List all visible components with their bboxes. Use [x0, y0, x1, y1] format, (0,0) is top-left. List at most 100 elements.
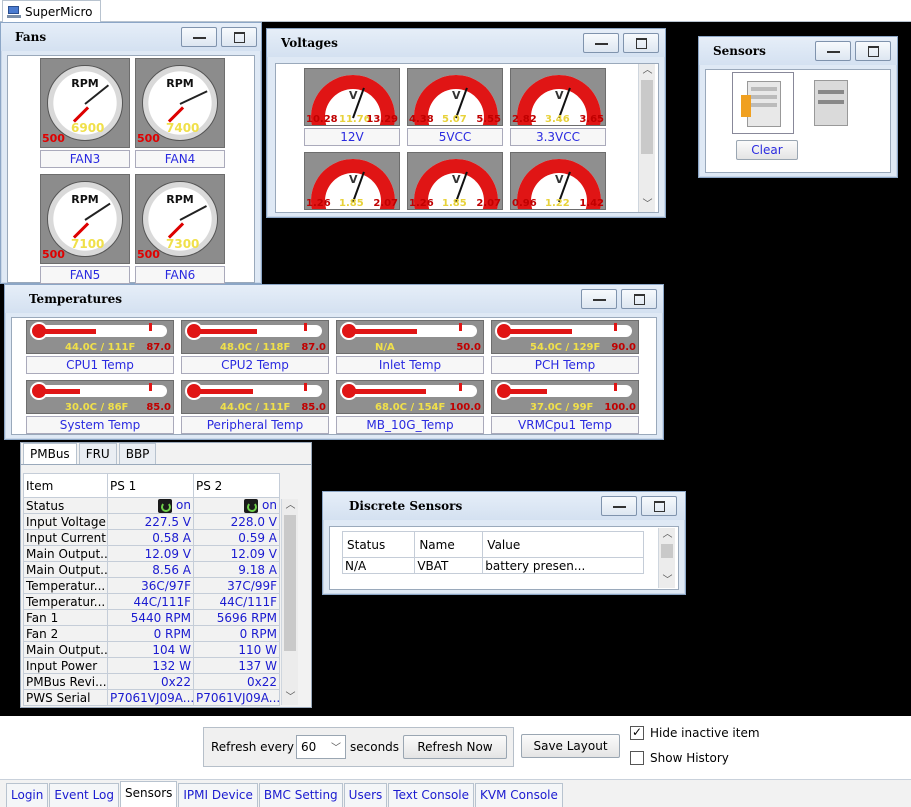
- scrollbar-thumb[interactable]: [284, 515, 296, 651]
- sensors-maximize-button[interactable]: [855, 41, 891, 61]
- scrollbar-thumb[interactable]: [641, 80, 653, 154]
- voltage-gauge-3[interactable]: V 1.26 1.85 2.07: [304, 152, 400, 210]
- temp-name-label[interactable]: CPU1 Temp: [26, 356, 174, 374]
- table-row[interactable]: Main Output... 12.09 V 12.09 V: [23, 545, 280, 562]
- temp-name-label[interactable]: PCH Temp: [491, 356, 639, 374]
- checkbox-checked-icon[interactable]: [630, 725, 644, 740]
- pmbus-scrollbar[interactable]: ︿ ﹀: [281, 499, 298, 705]
- voltage-gauge-4[interactable]: V 1.26 1.85 2.07: [407, 152, 503, 210]
- fan-gauge-fan6[interactable]: RPM 500 7300 FAN6: [135, 174, 225, 284]
- checkbox-unchecked-icon[interactable]: [630, 751, 644, 765]
- discrete-scrollbar[interactable]: ︿ ﹀: [658, 528, 675, 588]
- refresh-interval-select[interactable]: 60 ﹀: [296, 735, 346, 759]
- voltage-gauge-1[interactable]: V 4.38 5.07 5.55 5VCC: [407, 68, 503, 146]
- show-history-checkbox[interactable]: Show History: [630, 751, 729, 765]
- discrete-minimize-button[interactable]: [601, 496, 637, 516]
- fan-name-label[interactable]: FAN4: [135, 150, 225, 168]
- scroll-down-icon[interactable]: ﹀: [282, 691, 299, 705]
- tab-event-log[interactable]: Event Log: [49, 783, 119, 807]
- fans-titlebar[interactable]: Fans: [1, 23, 261, 51]
- column-header[interactable]: Value: [482, 531, 644, 558]
- voltage-name-label[interactable]: 3.3VCC: [510, 128, 606, 146]
- table-row[interactable]: Main Output... 104 W 110 W: [23, 641, 280, 658]
- temp-gauge-4[interactable]: 30.0C / 86F 85.0 System Temp: [26, 380, 174, 434]
- fan-name-label[interactable]: FAN3: [40, 150, 130, 168]
- voltages-titlebar[interactable]: Voltages: [267, 29, 665, 57]
- voltage-gauge-2[interactable]: V 2.82 3.46 3.65 3.3VCC: [510, 68, 606, 146]
- fan-gauge-fan3[interactable]: RPM 500 6900 FAN3: [40, 58, 130, 168]
- temp-gauge-2[interactable]: N/A 50.0 Inlet Temp: [336, 320, 484, 374]
- temp-gauge-6[interactable]: 68.0C / 154F 100.0 MB_10G_Temp: [336, 380, 484, 434]
- discrete-titlebar[interactable]: Discrete Sensors: [323, 492, 685, 520]
- voltages-minimize-button[interactable]: [583, 33, 619, 53]
- tab-sensors[interactable]: Sensors: [120, 781, 178, 807]
- scroll-down-icon[interactable]: ﹀: [639, 198, 656, 212]
- temp-name-label[interactable]: MB_10G_Temp: [336, 416, 484, 434]
- column-header[interactable]: Item: [23, 473, 108, 498]
- server-chassis-image[interactable]: [800, 72, 862, 134]
- temp-name-label[interactable]: System Temp: [26, 416, 174, 434]
- temp-gauge-7[interactable]: 37.0C / 99F 100.0 VRMCpu1 Temp: [491, 380, 639, 434]
- tab-pmbus[interactable]: PMBus: [23, 443, 77, 464]
- tab-bbp[interactable]: BBP: [118, 443, 157, 464]
- temp-gauge-0[interactable]: 44.0C / 111F 87.0 CPU1 Temp: [26, 320, 174, 374]
- temperatures-maximize-button[interactable]: [621, 289, 657, 309]
- column-header[interactable]: Name: [414, 531, 484, 558]
- tab-fru[interactable]: FRU: [78, 443, 117, 464]
- tab-bmc-setting[interactable]: BMC Setting: [258, 783, 343, 807]
- scroll-up-icon[interactable]: ︿: [659, 528, 676, 542]
- temp-gauge-3[interactable]: 54.0C / 129F 90.0 PCH Temp: [491, 320, 639, 374]
- temperatures-titlebar[interactable]: Temperatures: [5, 285, 663, 313]
- table-row[interactable]: PMBus Revi... 0x22 0x22: [23, 673, 280, 690]
- fans-maximize-button[interactable]: [221, 27, 257, 47]
- fan-gauge-fan5[interactable]: RPM 500 7100 FAN5: [40, 174, 130, 284]
- table-row[interactable]: Fan 20 RPM 0 RPM: [23, 625, 280, 642]
- table-row[interactable]: Fan 1 5440 RPM 5696 RPM: [23, 609, 280, 626]
- tab-text-console[interactable]: Text Console: [388, 783, 475, 807]
- voltages-maximize-button[interactable]: [623, 33, 659, 53]
- app-tab[interactable]: SuperMicro: [2, 0, 102, 22]
- temperatures-minimize-button[interactable]: [581, 289, 617, 309]
- tab-login[interactable]: Login: [6, 783, 49, 807]
- temp-gauge-1[interactable]: 48.0C / 118F 87.0 CPU2 Temp: [181, 320, 329, 374]
- save-layout-button[interactable]: Save Layout: [521, 734, 620, 758]
- clear-button[interactable]: Clear: [736, 140, 798, 160]
- hide-inactive-checkbox[interactable]: Hide inactive item: [630, 725, 760, 740]
- sensors-titlebar[interactable]: Sensors: [699, 37, 897, 65]
- voltage-gauge-5[interactable]: V 0.96 1.22 1.42: [510, 152, 606, 210]
- tab-ipmi-device[interactable]: IPMI Device: [178, 783, 258, 807]
- table-row[interactable]: Temperatur... 36C/97F 37C/99F: [23, 577, 280, 594]
- tab-kvm-console[interactable]: KVM Console: [475, 783, 563, 807]
- voltage-name-label[interactable]: 5VCC: [407, 128, 503, 146]
- table-row[interactable]: Status on on: [23, 497, 280, 514]
- voltage-gauge-0[interactable]: V 10.28 11.76 13.29 12V: [304, 68, 400, 146]
- temp-name-label[interactable]: VRMCpu1 Temp: [491, 416, 639, 434]
- voltages-scrollbar[interactable]: ︿ ﹀: [638, 64, 655, 212]
- column-header[interactable]: Status: [341, 531, 416, 558]
- column-header[interactable]: PS 1: [107, 473, 194, 498]
- column-header[interactable]: PS 2: [193, 473, 280, 498]
- fan-name-label[interactable]: FAN6: [135, 266, 225, 284]
- fans-minimize-button[interactable]: [181, 27, 217, 47]
- temp-gauge-5[interactable]: 44.0C / 111F 85.0 Peripheral Temp: [181, 380, 329, 434]
- fan-gauge-fan4[interactable]: RPM 500 7400 FAN4: [135, 58, 225, 168]
- refresh-now-button[interactable]: Refresh Now: [403, 735, 507, 759]
- scroll-up-icon[interactable]: ︿: [282, 499, 299, 513]
- table-row[interactable]: PWS Serial P7061VJ09A... P7061VJ09A...: [23, 689, 280, 706]
- tab-users[interactable]: Users: [343, 783, 388, 807]
- scrollbar-thumb[interactable]: [661, 544, 673, 558]
- table-row[interactable]: N/A VBAT battery presen...: [341, 557, 644, 574]
- server-status-image[interactable]: [732, 72, 794, 134]
- table-row[interactable]: Input Power 132 W 137 W: [23, 657, 280, 674]
- scroll-up-icon[interactable]: ︿: [639, 64, 656, 78]
- scroll-down-icon[interactable]: ﹀: [659, 574, 676, 588]
- temp-name-label[interactable]: CPU2 Temp: [181, 356, 329, 374]
- sensors-minimize-button[interactable]: [815, 41, 851, 61]
- table-row[interactable]: Input Current 0.58 A 0.59 A: [23, 529, 280, 546]
- fan-name-label[interactable]: FAN5: [40, 266, 130, 284]
- discrete-maximize-button[interactable]: [641, 496, 677, 516]
- table-row[interactable]: Main Output... 8.56 A 9.18 A: [23, 561, 280, 578]
- temp-name-label[interactable]: Inlet Temp: [336, 356, 484, 374]
- table-row[interactable]: Temperatur... 44C/111F 44C/111F: [23, 593, 280, 610]
- temp-name-label[interactable]: Peripheral Temp: [181, 416, 329, 434]
